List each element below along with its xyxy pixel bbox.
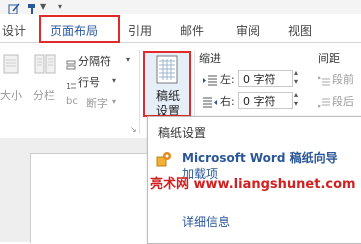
hyphenation-dropdown-icon[interactable]: ▾ xyxy=(112,97,116,106)
svg-text:1: 1 xyxy=(66,82,71,91)
size-icon xyxy=(0,53,24,77)
tab-view[interactable]: 视图 xyxy=(288,22,312,39)
breaks-button[interactable]: 分隔符 xyxy=(78,53,111,69)
tooltip-item-title: Microsoft Word 稿纸向导 xyxy=(182,151,338,165)
indent-right-field[interactable]: 0 字符 xyxy=(238,92,293,109)
spacing-before-label: 段前 xyxy=(332,73,354,86)
tab-design[interactable]: 设计 xyxy=(2,22,26,39)
tab-references[interactable]: 引用 xyxy=(128,22,152,39)
dropdown-icon[interactable]: ▼ xyxy=(40,2,46,11)
indent-right-label: 右: xyxy=(220,95,235,108)
indent-left-icon xyxy=(203,72,217,86)
draft-paper-highlight-box xyxy=(143,51,191,117)
tooltip-title: 稿纸设置 xyxy=(158,126,207,140)
line-numbers-dropdown-icon[interactable]: ▾ xyxy=(112,76,116,85)
edit-icon[interactable] xyxy=(8,0,20,15)
spacing-after-icon xyxy=(317,94,330,108)
add-in-gear-icon xyxy=(156,151,172,167)
watermark-text: 亮术网 www.liangshunet.com xyxy=(150,177,356,192)
page-setup-launcher-icon[interactable]: ↘ xyxy=(130,125,137,134)
tab-review[interactable]: 审阅 xyxy=(236,22,260,39)
breaks-icon xyxy=(66,55,76,70)
size-button[interactable]: 大小 xyxy=(0,87,22,103)
indent-left-spinner[interactable]: ▴ ▾ xyxy=(294,68,298,86)
columns-button[interactable]: 分栏 xyxy=(33,87,55,103)
indent-right-icon xyxy=(203,94,217,108)
hyphenation-button[interactable]: 断字 xyxy=(86,95,108,111)
tab-highlight-box xyxy=(39,15,120,43)
indent-header: 缩进 xyxy=(199,52,221,65)
indent-right-spinner[interactable]: ▴ ▾ xyxy=(294,90,298,108)
format-painter-icon[interactable] xyxy=(26,0,38,14)
line-numbers-icon: 1 xyxy=(66,76,76,91)
breaks-dropdown-icon[interactable]: ▾ xyxy=(126,55,130,64)
spacing-after-label: 段后 xyxy=(332,95,354,108)
indent-left-field[interactable]: 0 字符 xyxy=(238,70,293,87)
quick-access-toolbar: ▼ ▾ xyxy=(0,0,361,15)
spacing-before-icon xyxy=(317,72,330,86)
tab-mailings[interactable]: 邮件 xyxy=(180,22,204,39)
line-numbers-button[interactable]: 行号 xyxy=(78,74,100,90)
customize-qat-icon[interactable]: ▾ xyxy=(58,2,62,11)
tooltip-details-link[interactable]: 详细信息 xyxy=(182,213,230,230)
hyphenation-icon: bc xyxy=(66,96,78,107)
columns-icon xyxy=(33,53,57,77)
indent-left-label: 左: xyxy=(220,73,235,86)
spacing-header: 间距 xyxy=(318,52,340,65)
group-separator xyxy=(139,50,140,134)
